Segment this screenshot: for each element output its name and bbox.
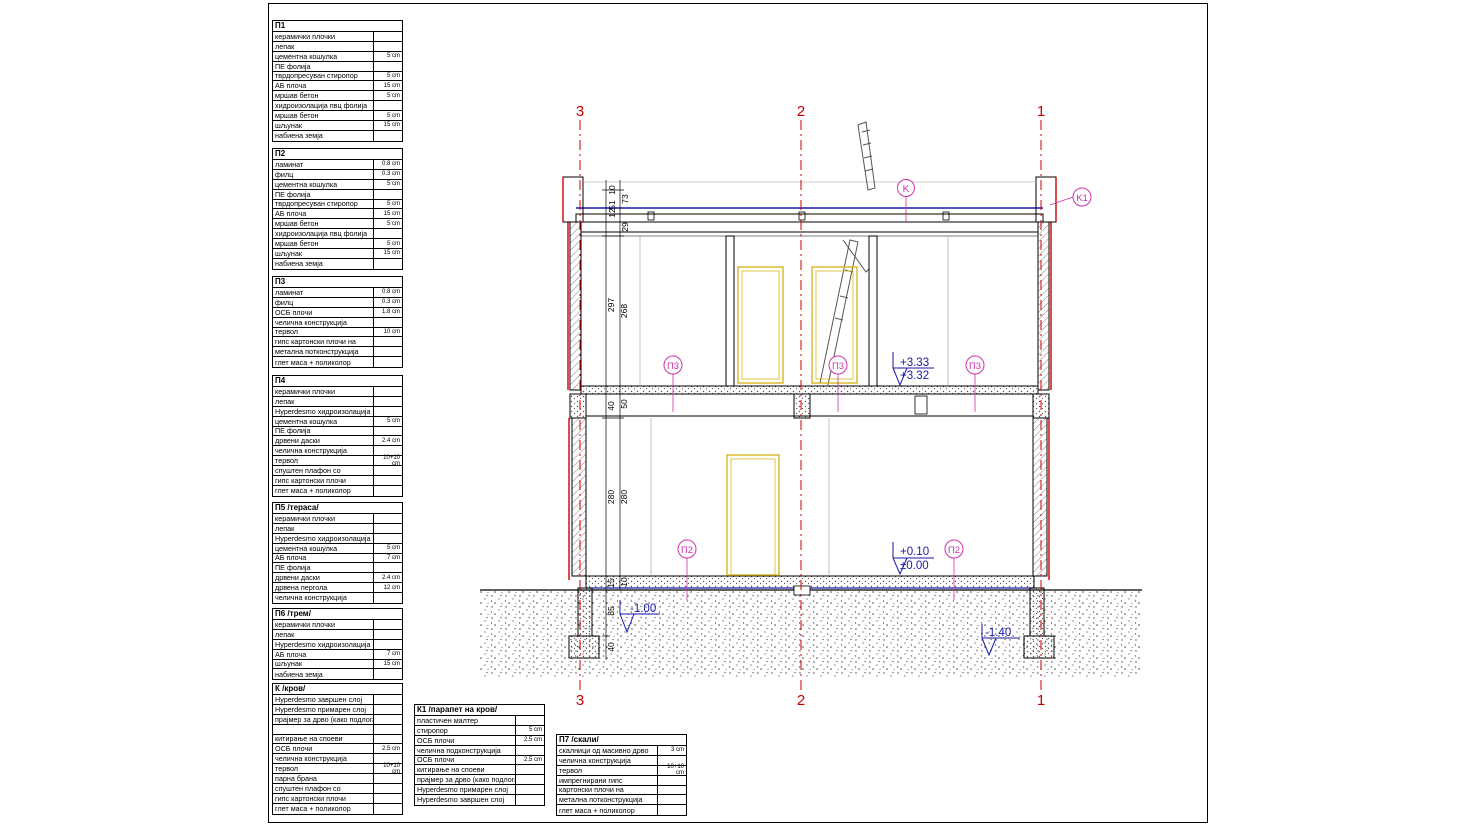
tag-ground-floor-2-label: П2 [948,545,960,556]
level-upper-bottom: +3.32 [900,370,929,382]
level-ground-top: +0.10 [900,546,929,558]
tag-upper-floor-3-label: П3 [969,361,981,372]
intermediate-floor-slab [569,385,1050,419]
dim-floor-a: 15 [606,578,616,588]
dim-slab-b: 50 [619,399,629,409]
axis-label-bottom-2: 2 [797,692,805,709]
axis-label-top-1: 1 [1037,103,1045,120]
level-upper-top: +3.33 [900,357,929,369]
axis-label-top-2: 2 [797,103,805,120]
tag-roof-label: K [903,184,910,195]
tag-ground-floor-1-label: П2 [681,545,693,556]
door-ground [726,454,780,576]
dim-upper-b: 268 [619,304,629,318]
level-footing: -1.40 [985,627,1011,639]
dim-floor-b: 10 [619,577,629,587]
tag-parapet-label: K1 [1076,193,1088,204]
dim-roof-d: 12 [607,208,617,218]
dim-roof-c: 10 [607,185,617,195]
tag-upper-floor-2-label: П3 [832,361,844,372]
dim-ground-b: 280 [619,490,629,504]
dim-ground-a: 280 [606,490,616,504]
dim-slab-a: 40 [606,401,616,411]
level-ground-bottom: ±0.00 [900,560,929,572]
building-section-drawing: 3 2 1 3 2 1 51 10 12 73 29 297 268 40 50… [480,103,1142,709]
dim-upper-a: 297 [606,298,616,312]
dim-found-b: 40 [606,642,616,652]
dim-found-a: 85 [606,606,616,616]
level-foundation: -1.00 [630,603,656,615]
tag-upper-floor-1-label: П3 [667,361,679,372]
dim-roof-slab: 29 [620,222,630,232]
roof-slab [562,176,1057,237]
dim-roof-b: 73 [620,194,630,204]
axis-label-top-3: 3 [576,103,584,120]
door-upper-left [737,266,784,384]
axis-label-bottom-3: 3 [576,692,584,709]
axis-label-bottom-1: 1 [1037,692,1045,709]
roof-hatch [819,121,876,386]
